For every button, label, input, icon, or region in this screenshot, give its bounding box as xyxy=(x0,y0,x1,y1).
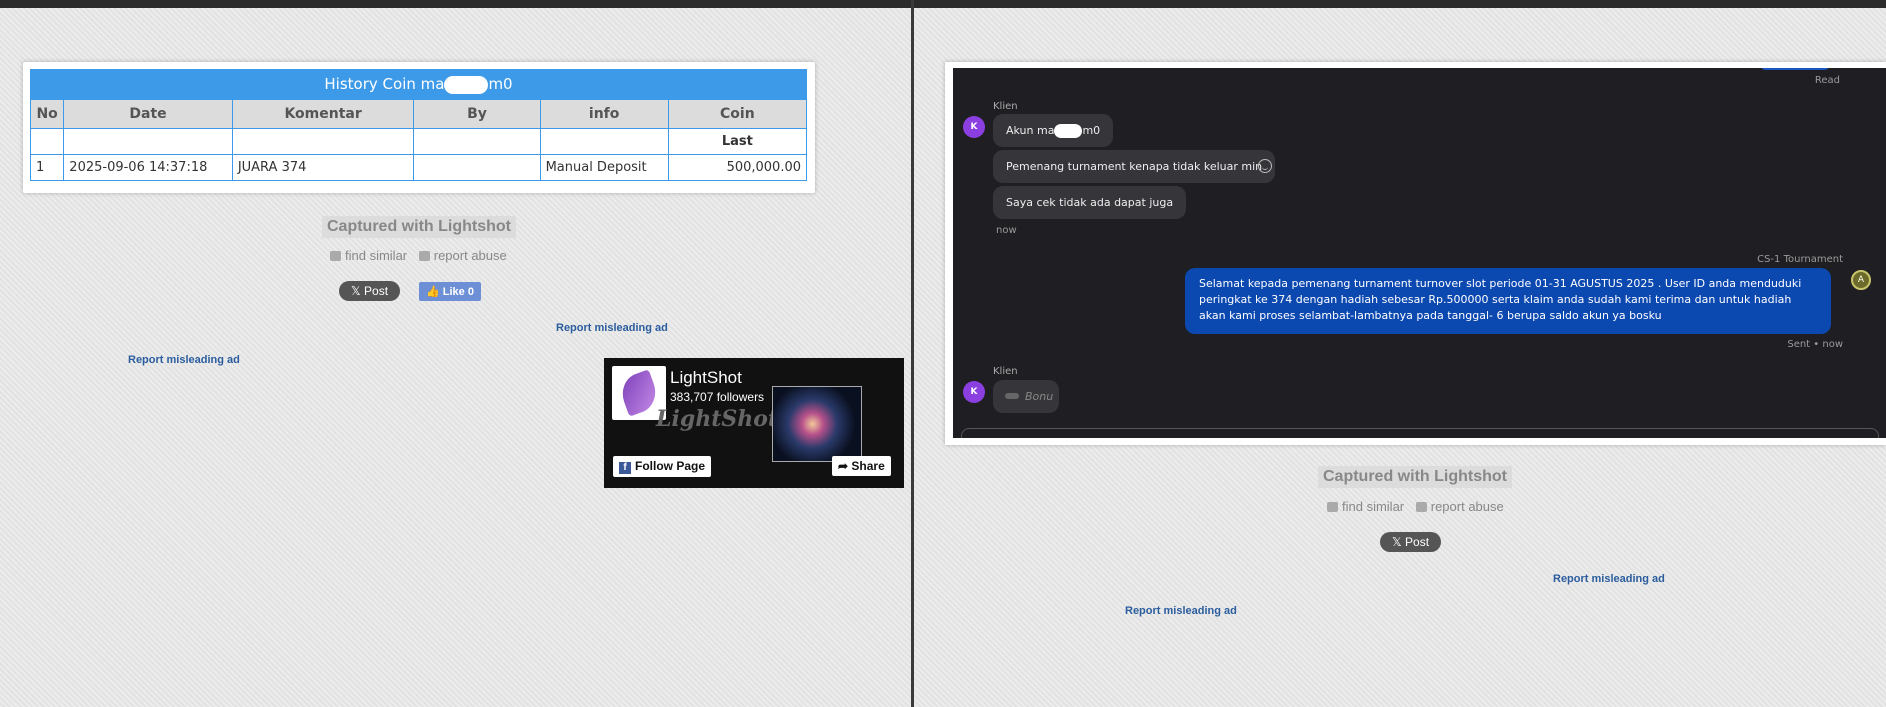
x-post-button[interactable]: 𝕏 Post xyxy=(1380,532,1442,552)
agent-message: Selamat kepada pemenang turnament turnov… xyxy=(1185,268,1831,334)
lightshot-links: find similar report abuse xyxy=(1327,499,1512,514)
sender-label: Klien xyxy=(993,366,1018,377)
message-composer[interactable] xyxy=(961,428,1879,438)
client-message: Pemenang turnament kenapa tidak keluar m… xyxy=(993,150,1276,183)
report-abuse-link[interactable]: report abuse xyxy=(418,248,507,263)
client-avatar: K xyxy=(963,116,985,138)
typing-indicator: Bonu xyxy=(993,380,1059,413)
client-message: Akun ma m0 xyxy=(993,114,1114,147)
chat-window: Read Klien K Akun ma m0 Pemenang turnamen… xyxy=(953,68,1886,438)
screenshot-card-left: History Coin ma m0 No Date Komentar By in… xyxy=(23,62,815,193)
client-avatar: K xyxy=(963,381,985,403)
table-subheader-row: Last xyxy=(29,128,808,155)
captured-with-lightshot: Captured with Lightshot xyxy=(322,216,516,238)
top-bar-left xyxy=(0,0,911,8)
screenshot-card-right: Read Klien K Akun ma m0 Pemenang turnamen… xyxy=(945,62,1886,445)
previous-message-edge xyxy=(1760,68,1830,70)
follow-page-button[interactable]: f Follow Page xyxy=(613,456,712,477)
lightshot-links: find similar report abuse xyxy=(330,248,515,263)
cell-coin: 500,000.00 xyxy=(667,154,808,181)
share-button[interactable]: ➦ Share xyxy=(832,456,891,476)
captured-with-lightshot: Captured with Lightshot xyxy=(1318,466,1512,488)
facebook-page-widget: LightShot 383,707 followers LightShot fF… xyxy=(604,358,904,488)
cell-info: Manual Deposit xyxy=(539,154,669,181)
col-coin: Coin xyxy=(667,99,808,129)
cell-date: 2025-09-06 14:37:18 xyxy=(63,154,233,181)
pane-divider xyxy=(911,0,914,707)
sender-label: Klien xyxy=(993,101,1018,112)
camera-icon xyxy=(330,251,341,261)
history-coin-table: History Coin ma m0 No Date Komentar By in… xyxy=(29,69,808,181)
reaction-icon[interactable] xyxy=(1258,159,1272,173)
table-title: History Coin ma m0 xyxy=(30,69,807,99)
flag-icon xyxy=(1415,502,1427,512)
report-abuse-link[interactable]: report abuse xyxy=(1415,499,1504,514)
client-message: Saya cek tidak ada dapat juga xyxy=(993,186,1187,219)
read-receipt: Read xyxy=(1814,75,1840,86)
find-similar-link[interactable]: find similar xyxy=(330,248,407,263)
redaction-mask xyxy=(444,75,489,94)
flag-icon xyxy=(418,251,430,261)
report-misleading-ad-link[interactable]: Report misleading ad xyxy=(128,354,240,366)
fb-page-name[interactable]: LightShot xyxy=(670,368,742,388)
report-misleading-ad-link[interactable]: Report misleading ad xyxy=(556,322,668,334)
feather-icon xyxy=(616,369,662,417)
sent-status: Sent • now xyxy=(1787,339,1843,350)
typing-dots-icon xyxy=(1005,393,1019,399)
report-misleading-ad-link[interactable]: Report misleading ad xyxy=(1125,605,1237,617)
col-komentar: Komentar xyxy=(231,99,415,129)
find-similar-link[interactable]: find similar xyxy=(1327,499,1404,514)
col-info: info xyxy=(539,99,669,129)
report-misleading-ad-link[interactable]: Report misleading ad xyxy=(1553,573,1665,585)
cell-no: 1 xyxy=(29,154,65,181)
fb-followers: 383,707 followers xyxy=(670,390,765,404)
cell-by xyxy=(413,154,541,181)
col-by: By xyxy=(413,99,541,129)
camera-icon xyxy=(1327,502,1338,512)
table-header-row: No Date Komentar By info Coin xyxy=(29,99,808,129)
col-date: Date xyxy=(63,99,233,129)
x-post-button[interactable]: 𝕏 Post xyxy=(339,281,401,301)
facebook-icon: f xyxy=(619,462,631,474)
agent-name: CS-1 Tournament xyxy=(1757,254,1843,265)
cell-komentar: JUARA 374 xyxy=(231,154,415,181)
table-row: 1 2025-09-06 14:37:18 JUARA 374 Manual D… xyxy=(29,154,808,181)
top-bar-right xyxy=(914,0,1886,8)
col-no: No xyxy=(29,99,65,129)
lightshot-watermark: LightShot xyxy=(656,406,779,432)
agent-avatar: A xyxy=(1851,270,1871,290)
subheader-last: Last xyxy=(667,128,808,155)
redaction-mask xyxy=(1054,124,1083,138)
cover-image xyxy=(772,386,862,462)
message-time: now xyxy=(996,225,1017,236)
facebook-like-button[interactable]: 👍 Like 0 xyxy=(419,282,481,301)
